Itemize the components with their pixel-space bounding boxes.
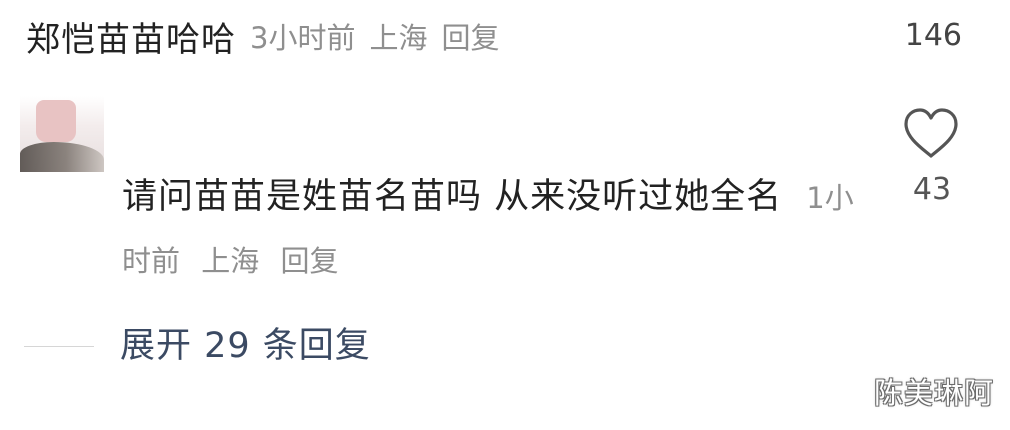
comment-body: 请问苗苗是姓苗名苗吗 从来没听过她全名 1小时前 上海 回复 (122, 166, 862, 292)
top-comment-username[interactable]: 郑恺苗苗哈哈 (26, 12, 236, 61)
comment-location: 上海 (201, 244, 260, 278)
heart-outline-icon[interactable] (901, 106, 961, 162)
comment-reply-button[interactable]: 回复 (280, 244, 338, 278)
comment-text: 请问苗苗是姓苗名苗吗 从来没听过她全名 (122, 177, 783, 217)
comment-like-count: 43 (912, 172, 952, 207)
top-comment-meta-row: 郑恺苗苗哈哈 3小时前 上海 回复 (26, 8, 499, 64)
watermark: 陈美琳阿 (873, 376, 994, 410)
expand-divider (24, 346, 94, 347)
top-comment-reply-button[interactable]: 回复 (441, 15, 499, 57)
top-comment-location: 上海 (369, 21, 428, 55)
top-comment-meta: 3小时前 上海 回复 (250, 15, 499, 57)
avatar[interactable] (20, 96, 104, 172)
top-comment-like-count: 146 (904, 18, 962, 53)
top-comment-time: 3小时前 (250, 21, 356, 55)
expand-replies-button[interactable]: 展开 29 条回复 (120, 320, 371, 372)
